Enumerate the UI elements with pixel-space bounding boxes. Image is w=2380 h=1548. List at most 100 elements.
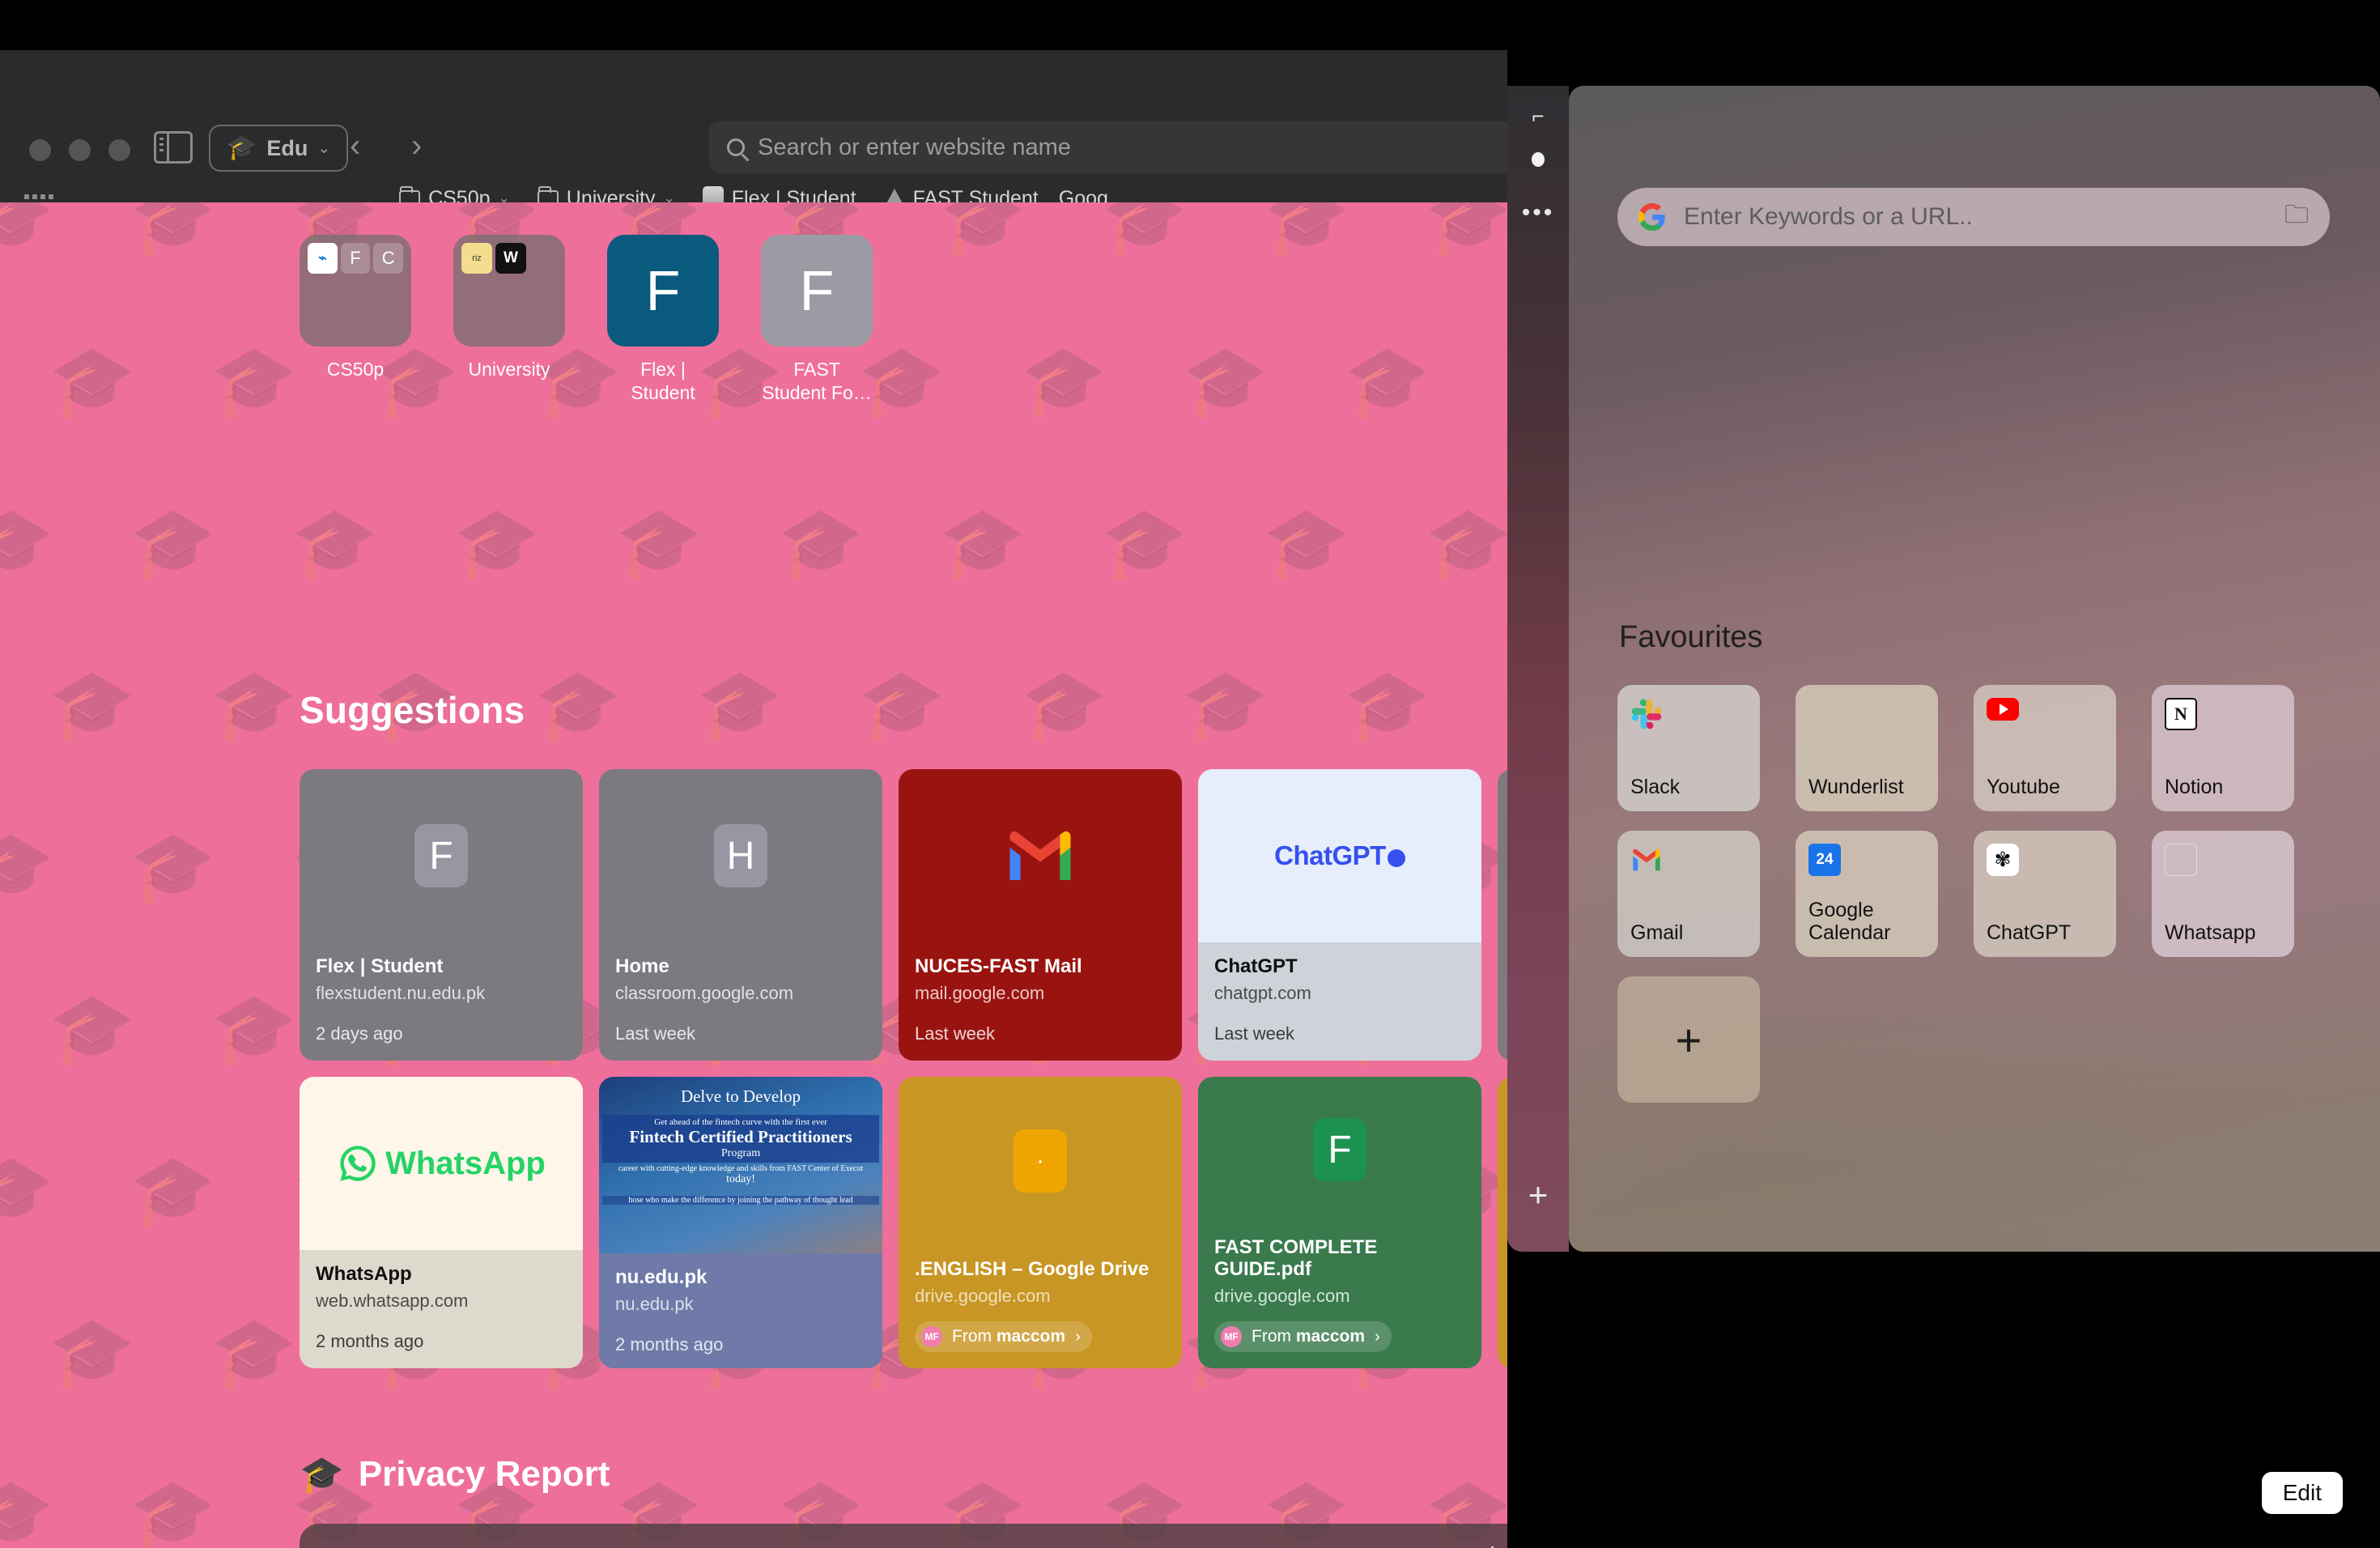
graduation-cap-icon: 🎓 <box>227 134 257 161</box>
card-title: .ENGLISH – Google Drive <box>915 1258 1150 1281</box>
card-title: Home <box>615 955 669 978</box>
site-letter-icon: H <box>714 824 767 888</box>
favourite-fast-student[interactable]: F FAST Student Fo… <box>761 235 873 405</box>
from-prefix: From <box>1252 1327 1291 1346</box>
favourite-label: CS50p <box>326 359 385 380</box>
overlay-tile-label: Whatsapp <box>2165 921 2256 944</box>
profile-switcher-button[interactable]: 🎓 Edu ⌄ <box>209 125 349 172</box>
overlay-tile-slack[interactable]: Slack <box>1617 685 1760 811</box>
overlay-tile-google-calendar[interactable]: 24 Google Calendar <box>1796 831 1938 957</box>
card-url: drive.google.com <box>1214 1286 1350 1306</box>
overlay-tile-label: Youtube <box>1987 775 2060 798</box>
overlay-favourites-grid: Slack Wunderlist Youtube N Notion Gmail … <box>1617 685 2294 1103</box>
whatsapp-wordmark-icon: WhatsApp <box>337 1142 546 1184</box>
suggestions-row-1: F Flex | Student flexstudent.nu.edu.pk 2… <box>300 769 1507 1061</box>
overlay-tile-notion[interactable]: N Notion <box>2152 685 2294 811</box>
ellipsis-icon[interactable]: ••• <box>1507 199 1569 227</box>
suggestion-card[interactable]: H Home classroom.google.com Last week <box>599 769 882 1061</box>
f-icon: F <box>340 243 371 274</box>
window-controls[interactable] <box>29 139 130 161</box>
banner-line-5: career with cutting-edge knowledge and s… <box>618 1164 864 1173</box>
gmail-logo-icon <box>1009 831 1071 881</box>
folder-icon[interactable]: 🗀 <box>2284 197 2309 238</box>
card-meta: NUCES-FAST Mail mail.google.com Last wee… <box>899 942 1182 1061</box>
suggestion-card-partial[interactable] <box>1498 1077 1507 1368</box>
suggestions-row-2: WhatsApp WhatsApp web.whatsapp.com 2 mon… <box>300 1077 1507 1368</box>
card-thumbnail: · <box>899 1077 1182 1245</box>
card-meta: .ENGLISH – Google Drive drive.google.com… <box>899 1245 1182 1368</box>
close-button[interactable] <box>29 139 51 161</box>
slack-icon <box>1631 699 1662 729</box>
search-icon <box>727 138 745 156</box>
card-url: chatgpt.com <box>1214 983 1311 1003</box>
shared-from-pill[interactable]: MF From maccom › <box>1214 1321 1392 1352</box>
card-meta: FAST COMPLETE GUIDE.pdf drive.google.com… <box>1198 1223 1481 1368</box>
avatar: MF <box>921 1326 942 1347</box>
gmail-icon <box>1633 848 1660 871</box>
folder-tile[interactable]: ⌁ F C <box>300 235 411 347</box>
card-title: WhatsApp <box>316 1263 412 1286</box>
address-bar[interactable]: Search or enter website name <box>709 121 1507 173</box>
card-title: ChatGPT <box>1214 955 1298 978</box>
site-tile[interactable]: F <box>607 235 719 347</box>
browser-chrome: 🎓 Edu ⌄ ‹ › Search or enter website name… <box>0 50 1507 285</box>
plus-icon[interactable]: + <box>1507 1176 1569 1214</box>
banner-line-1: Delve to Develop <box>680 1087 801 1106</box>
card-title: Flex | Student <box>316 955 444 978</box>
folder-tile[interactable]: riz W <box>453 235 565 347</box>
favourites-row: ⌁ F C CS50p riz W University F Flex | St… <box>300 235 873 405</box>
overlay-tile-whatsapp[interactable]: Whatsapp <box>2152 831 2294 957</box>
suggestions-heading: Suggestions <box>300 689 525 731</box>
card-url: mail.google.com <box>915 983 1045 1003</box>
maximize-button[interactable] <box>108 139 130 161</box>
suggestion-card[interactable]: F FAST COMPLETE GUIDE.pdf drive.google.c… <box>1198 1077 1481 1368</box>
overlay-tile-wunderlist[interactable]: Wunderlist <box>1796 685 1938 811</box>
card-meta: Flex | Student flexstudent.nu.edu.pk 2 d… <box>300 942 583 1061</box>
edit-button[interactable]: Edit <box>2261 1472 2343 1514</box>
avatar: MF <box>1221 1326 1242 1347</box>
suggestion-card[interactable]: ChatGPT ChatGPT chatgpt.com Last week <box>1198 769 1481 1061</box>
youtube-icon <box>1987 698 2019 721</box>
overlay-tile-chatgpt[interactable]: ✾ ChatGPT <box>1974 831 2116 957</box>
minimize-button[interactable] <box>69 139 91 161</box>
suggestion-card-partial[interactable] <box>1498 769 1507 1061</box>
banner-line-7: hose who make the difference by joining … <box>602 1196 879 1205</box>
overlay-favourites-title: Favourites <box>1619 620 1763 654</box>
favourite-cs50p[interactable]: ⌁ F C CS50p <box>300 235 411 405</box>
site-tile[interactable]: F <box>761 235 873 347</box>
vscode-icon: ⌁ <box>308 243 338 274</box>
overlay-tile-label: Wunderlist <box>1808 775 1904 798</box>
overlay-tile-gmail[interactable]: Gmail <box>1617 831 1760 957</box>
card-title: NUCES-FAST Mail <box>915 955 1082 978</box>
suggestion-card[interactable]: NUCES-FAST Mail mail.google.com Last wee… <box>899 769 1182 1061</box>
overlay-search-field[interactable]: Enter Keywords or a URL.. 🗀 <box>1617 188 2330 246</box>
overlay-add-tile[interactable]: + <box>1617 976 1760 1103</box>
sidebar-toggle-icon[interactable] <box>154 131 193 164</box>
card-thumbnail: WhatsApp <box>300 1077 583 1251</box>
chevron-right-icon: › <box>1075 1327 1081 1346</box>
suggestion-card[interactable]: F Flex | Student flexstudent.nu.edu.pk 2… <box>300 769 583 1061</box>
suggestion-card[interactable]: WhatsApp WhatsApp web.whatsapp.com 2 mon… <box>300 1077 583 1368</box>
privacy-stats: Last 30 days Trackers prevented from pro… <box>1490 1542 1507 1548</box>
site-letter-icon: F <box>414 824 468 888</box>
coursera-icon: riz <box>461 243 492 274</box>
from-name: maccom <box>996 1327 1066 1346</box>
wunderlist-icon: W <box>495 243 526 274</box>
overlay-tile-label: Google Calendar <box>1808 899 1891 944</box>
favourite-flex-student[interactable]: F Flex | Student <box>607 235 719 405</box>
favourite-university[interactable]: riz W University <box>453 235 565 405</box>
google-icon <box>1638 203 1665 231</box>
back-button[interactable]: ‹ <box>350 130 360 162</box>
forward-button[interactable]: › <box>411 130 422 162</box>
suggestion-card[interactable]: · .ENGLISH – Google Drive drive.google.c… <box>899 1077 1182 1368</box>
dot-icon[interactable] <box>1507 152 1569 171</box>
graduation-cap-icon: 🎓 <box>300 1455 344 1495</box>
overlay-sidebar-strip: ⌐ ••• + <box>1507 86 1569 1252</box>
suggestion-card[interactable]: Delve to Develop Get ahead of the fintec… <box>599 1077 882 1368</box>
card-title: FAST COMPLETE GUIDE.pdf <box>1214 1235 1378 1281</box>
corner-bracket-icon[interactable]: ⌐ <box>1507 104 1569 129</box>
from-prefix: From <box>952 1327 992 1346</box>
from-name: maccom <box>1295 1327 1366 1346</box>
shared-from-pill[interactable]: MF From maccom › <box>915 1321 1092 1352</box>
overlay-tile-youtube[interactable]: Youtube <box>1974 685 2116 811</box>
